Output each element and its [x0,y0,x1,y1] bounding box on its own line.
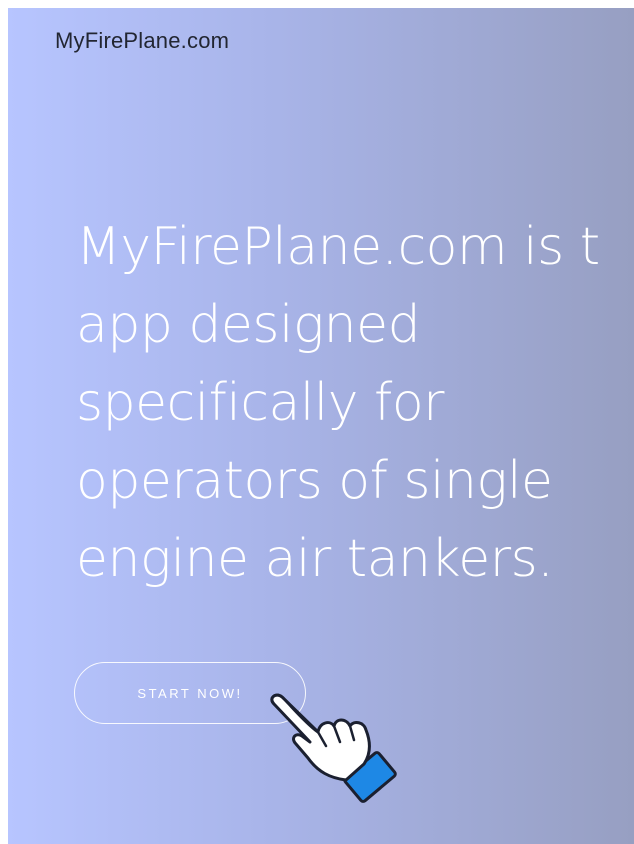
headline-line: app designed [76,295,421,355]
headline-line: engine air tankers. [76,529,554,589]
hand-pointer-icon [270,693,397,803]
site-logo[interactable]: MyFirePlane.com [55,28,229,54]
headline-line: specifically for [76,373,445,433]
landing-page: MyFirePlane.com MyFirePlane.com is t app… [8,8,634,844]
hero-headline: MyFirePlane.com is t app designed specif… [76,208,634,598]
headline-line: operators of single [76,451,553,511]
headline-line: MyFirePlane.com is t [76,217,600,277]
